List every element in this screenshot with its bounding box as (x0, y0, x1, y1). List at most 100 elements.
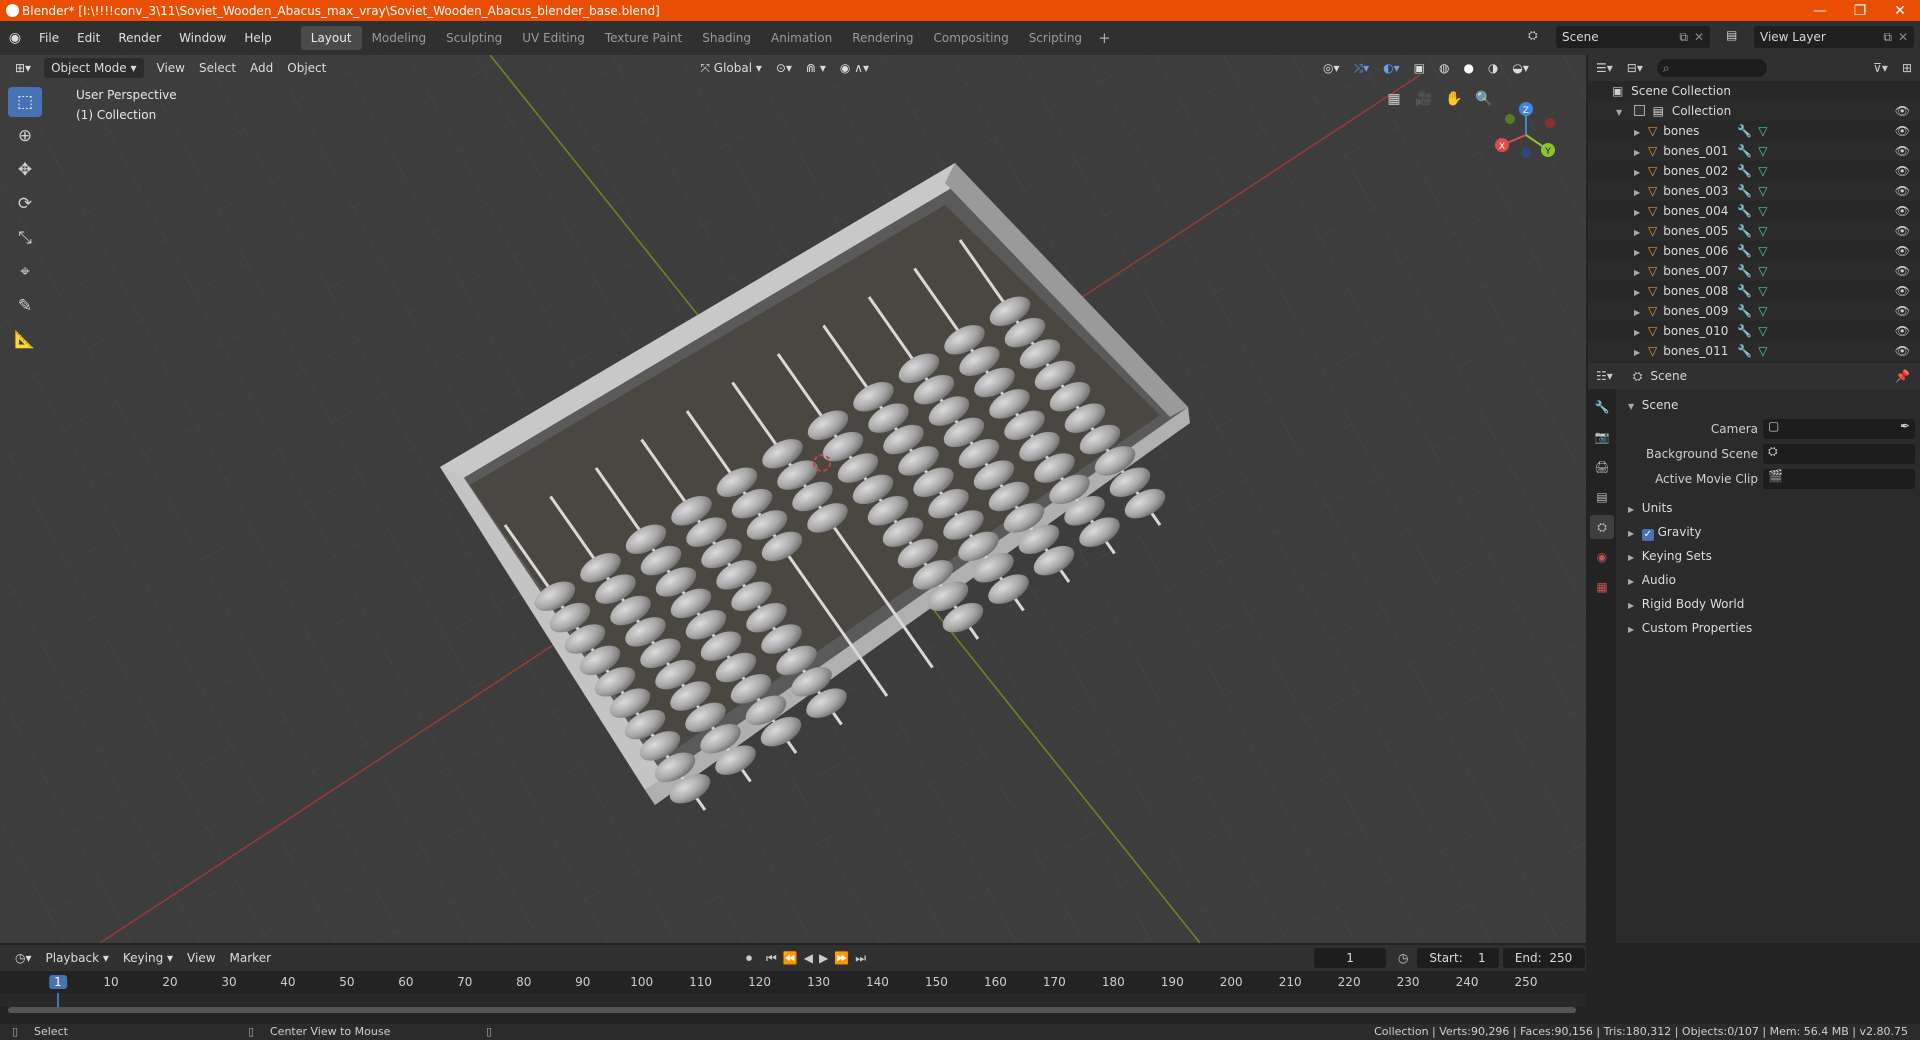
gizmo-toggle-icon[interactable]: ⤨▾ (1346, 58, 1376, 78)
keying-sets-panel-header[interactable]: ▶ Keying Sets (1618, 544, 1920, 568)
tab-uv-editing[interactable]: UV Editing (512, 26, 595, 50)
select-box-tool-icon[interactable]: ⬚ (8, 87, 42, 117)
gravity-panel-header[interactable]: ▶ ✓ Gravity (1618, 520, 1920, 544)
scene-selector[interactable]: Scene ⧉ ✕ (1556, 26, 1710, 48)
jump-keyframe-back-icon[interactable]: ⏪ (783, 951, 798, 965)
visibility-eye-icon[interactable]: 👁 (1895, 181, 1910, 201)
timeline-editor-type-icon[interactable]: ◷▾ (8, 948, 39, 968)
scene-tab-icon[interactable]: ⛭ (1590, 515, 1614, 539)
viewport-menu-object[interactable]: Object (280, 58, 333, 78)
shading-material-icon[interactable]: ◑ (1481, 58, 1505, 78)
jump-end-icon[interactable]: ⏭ (855, 951, 866, 966)
timeline-track-area[interactable] (0, 993, 1586, 1007)
viewport-menu-view[interactable]: View (150, 58, 192, 78)
pivot-point-icon[interactable]: ⊙▾ (769, 58, 799, 78)
expand-toggle-icon[interactable]: ▶ (1634, 263, 1644, 283)
mesh-data-icon[interactable]: ▽ (1758, 184, 1767, 198)
collection-checkbox[interactable] (1633, 105, 1645, 116)
outliner-item[interactable]: ▶ ▽ bones_010 🔧 ▽ 👁 (1588, 321, 1920, 341)
minimize-button[interactable]: — (1800, 0, 1840, 21)
modifier-icon[interactable]: 🔧 (1737, 124, 1752, 138)
current-frame-field[interactable]: 1 (1314, 948, 1387, 968)
visibility-eye-icon[interactable]: 👁 (1895, 121, 1910, 141)
visibility-eye-icon[interactable]: 👁 (1895, 261, 1910, 281)
shading-wireframe-icon[interactable]: ◍ (1432, 58, 1456, 78)
3d-viewport[interactable]: ⊞▾ Object Mode ▾ View Select Add Object … (0, 55, 1586, 943)
jump-keyframe-forward-icon[interactable]: ⏩ (834, 951, 849, 965)
menu-file[interactable]: File (30, 21, 68, 55)
camera-view-icon[interactable]: 🎥 (1412, 87, 1436, 111)
proportional-editing-icon[interactable]: ◉ ∧▾ (833, 58, 876, 78)
active-movie-clip-field[interactable]: 🎬 (1763, 469, 1915, 489)
visibility-eye-icon[interactable]: 👁 (1895, 221, 1910, 241)
measure-tool-icon[interactable]: 📐 (8, 325, 42, 355)
timeline-menu-keying[interactable]: Keying ▾ (116, 948, 180, 968)
outliner-item[interactable]: ▶ ▽ bones 🔧 ▽ 👁 (1588, 121, 1920, 141)
pin-icon[interactable]: 📌 (1885, 369, 1920, 383)
visibility-eye-icon[interactable]: 👁 (1895, 301, 1910, 321)
end-frame-field[interactable]: End: 250 (1502, 948, 1585, 968)
custom-properties-panel-header[interactable]: ▶ Custom Properties (1618, 616, 1920, 640)
tab-sculpting[interactable]: Sculpting (436, 26, 512, 50)
expand-toggle-icon[interactable]: ▶ (1634, 323, 1644, 343)
navigation-gizmo[interactable]: Z X Y (1486, 95, 1566, 175)
expand-toggle-icon[interactable]: ▶ (1634, 303, 1644, 323)
expand-toggle-icon[interactable]: ▶ (1634, 343, 1644, 363)
visibility-eye-icon[interactable]: 👁 (1895, 161, 1910, 181)
mesh-data-icon[interactable]: ▽ (1758, 344, 1767, 358)
rigid-body-world-panel-header[interactable]: ▶ Rigid Body World (1618, 592, 1920, 616)
scene-section-header[interactable]: ▼ Scene (1618, 393, 1920, 417)
viewport-menu-add[interactable]: Add (243, 58, 280, 78)
mesh-data-icon[interactable]: ▽ (1758, 324, 1767, 338)
visibility-eye-icon[interactable]: 👁 (1895, 101, 1910, 121)
tab-animation[interactable]: Animation (761, 26, 842, 50)
view-layer-tab-icon[interactable]: ▤ (1590, 485, 1614, 509)
timeline-menu-playback[interactable]: Playback ▾ (39, 948, 116, 968)
gravity-checkbox[interactable]: ✓ (1641, 529, 1654, 541)
outliner-item[interactable]: ▶ ▽ bones_003 🔧 ▽ 👁 (1588, 181, 1920, 201)
world-tab-icon[interactable]: ◉ (1590, 545, 1614, 569)
visibility-icon[interactable]: ◎▾ (1316, 58, 1347, 78)
cursor-tool-icon[interactable]: ⊕ (8, 121, 42, 151)
menu-window[interactable]: Window (170, 21, 235, 55)
view-layer-icon[interactable]: ▤ (1726, 28, 1737, 42)
render-tab-icon[interactable]: 📷 (1590, 425, 1614, 449)
view-layer-copy-icon[interactable]: ⧉ (1883, 30, 1892, 45)
outliner-scene-collection[interactable]: ▣ Scene Collection (1588, 81, 1920, 101)
modifier-icon[interactable]: 🔧 (1737, 324, 1752, 338)
blender-menu-icon[interactable]: ◉ (0, 30, 30, 46)
timeline-ruler[interactable]: 1 10 20 30 40 50 60 70 80 90 100 110 120 130 140 150 160… (0, 971, 1586, 993)
tab-modeling[interactable]: Modeling (362, 26, 437, 50)
menu-render[interactable]: Render (109, 21, 170, 55)
timeline-menu-view[interactable]: View (180, 948, 222, 968)
collapse-toggle-icon[interactable]: ▼ (1616, 103, 1626, 123)
mesh-data-icon[interactable]: ▽ (1758, 204, 1767, 218)
expand-toggle-icon[interactable]: ▶ (1634, 183, 1644, 203)
outliner-editor-type-icon[interactable]: ☰▾ (1588, 61, 1621, 75)
mesh-data-icon[interactable]: ▽ (1758, 264, 1767, 278)
object-mode-dropdown[interactable]: Object Mode ▾ (44, 58, 144, 78)
toggle-ortho-icon[interactable]: ▦ (1382, 87, 1406, 111)
properties-editor-type-icon[interactable]: ☷▾ (1588, 369, 1621, 383)
rotate-tool-icon[interactable]: ⟳ (8, 189, 42, 219)
modifier-icon[interactable]: 🔧 (1737, 224, 1752, 238)
play-icon[interactable]: ▶ (819, 951, 828, 965)
tab-scripting[interactable]: Scripting (1019, 26, 1092, 50)
play-reverse-icon[interactable]: ◀ (804, 951, 813, 965)
scene-copy-icon[interactable]: ⧉ (1679, 30, 1688, 45)
visibility-eye-icon[interactable]: 👁 (1895, 141, 1910, 161)
tab-compositing[interactable]: Compositing (923, 26, 1018, 50)
modifier-icon[interactable]: 🔧 (1737, 164, 1752, 178)
viewport-menu-select[interactable]: Select (192, 58, 243, 78)
tab-texture-paint[interactable]: Texture Paint (595, 26, 692, 50)
scale-tool-icon[interactable]: ⤡ (8, 223, 42, 253)
outliner-filter-icon[interactable]: ⊽▾ (1867, 61, 1894, 75)
expand-toggle-icon[interactable]: ▶ (1634, 203, 1644, 223)
visibility-eye-icon[interactable]: 👁 (1895, 201, 1910, 221)
outliner-collection[interactable]: ▼ ▤ Collection 👁 (1588, 101, 1920, 121)
modifier-icon[interactable]: 🔧 (1737, 264, 1752, 278)
eyedropper-icon[interactable]: ✒ (1900, 419, 1910, 433)
modifier-icon[interactable]: 🔧 (1737, 184, 1752, 198)
expand-toggle-icon[interactable]: ▶ (1634, 143, 1644, 163)
menu-edit[interactable]: Edit (68, 21, 109, 55)
